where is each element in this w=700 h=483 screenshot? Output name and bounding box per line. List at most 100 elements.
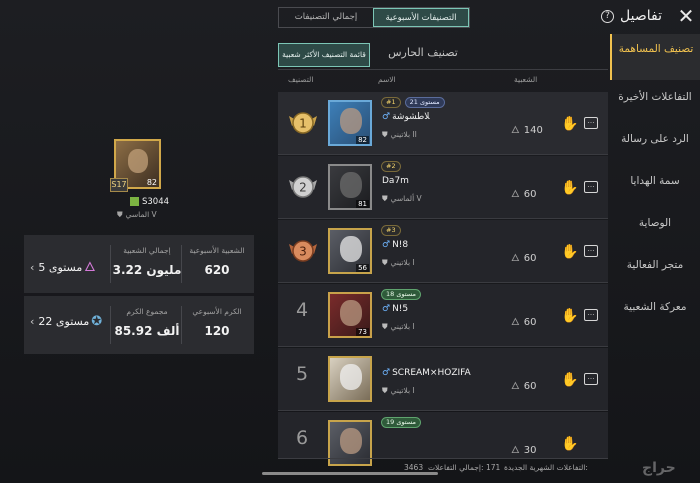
- weekly-generosity-value: 120: [204, 324, 230, 338]
- chat-icon[interactable]: …: [584, 117, 598, 129]
- divider: [278, 69, 608, 70]
- tier-icon: ⛊: [382, 194, 388, 203]
- column-name: الاسم: [378, 75, 396, 84]
- avatar[interactable]: [328, 420, 372, 466]
- page-title: تفاصيل: [620, 8, 662, 24]
- popularity-level-button[interactable]: ‹ مستوى 5 🜂: [30, 253, 96, 279]
- gift-hand-icon[interactable]: ✋: [561, 308, 578, 324]
- weekly-popularity-label: الشعبية الأسبوعية: [189, 246, 245, 255]
- svg-text:3: 3: [299, 245, 307, 259]
- side-item-popularity-battle[interactable]: معركة الشعبية: [610, 300, 700, 314]
- side-item-contribution[interactable]: تصنيف المساهمة: [610, 34, 700, 80]
- total-generosity-value: 85.92 ألف: [114, 324, 180, 338]
- player-name: ♂ ﻼطشوشة: [382, 112, 430, 122]
- side-item-event-shop[interactable]: متجر الفعالية: [610, 258, 700, 272]
- level-pill: مستوى 21: [404, 97, 445, 108]
- player-name: ♂ SCREAM×HOZIFA: [382, 368, 471, 378]
- popularity-value: 🜂 60: [511, 317, 537, 328]
- popularity-value: 🜂 140: [511, 125, 543, 136]
- flame-icon: 🜂: [511, 381, 520, 392]
- table-row[interactable]: 3 56 #3 ♂ N!8 ⛊ بلاتيني I 🜂 60 ✋ …: [278, 220, 608, 283]
- side-item-reply-message[interactable]: الرد على رسالة: [610, 132, 700, 146]
- table-row[interactable]: 2 81 #2 Da7m ⛊ ألماسي V 🜂 60 ✋ …: [278, 156, 608, 219]
- gift-hand-icon[interactable]: ✋: [561, 372, 578, 388]
- close-icon[interactable]: ✕: [676, 6, 696, 26]
- popularity-value: 🜂 30: [511, 445, 537, 456]
- divider: [278, 458, 608, 459]
- flame-icon: 🜂: [511, 125, 520, 136]
- player-name: ♂ N!8: [382, 240, 409, 250]
- table-row[interactable]: 6 مستوى 19 🜂 30 ✋: [278, 412, 608, 466]
- rank-number: 5: [295, 363, 309, 385]
- player-tier: ⛊ بلاتيني II: [382, 130, 417, 139]
- help-icon[interactable]: ?: [601, 10, 614, 23]
- table-row[interactable]: 5 ♂ SCREAM×HOZIFA ⛊ بلاتيني I 🜂 60 ✋ …: [278, 348, 608, 411]
- side-menu: تصنيف المساهمة التفاعلات الأخيرة الرد عل…: [610, 34, 700, 483]
- clan-tag-icon: [130, 197, 139, 206]
- chat-icon[interactable]: …: [584, 245, 598, 257]
- tier-icon: ⛊: [382, 130, 388, 139]
- side-item-gift-theme[interactable]: سمة الهدايا: [610, 174, 700, 188]
- tier-icon: ⛊: [382, 386, 388, 395]
- total-popularity-label: إجمالي الشعبية: [123, 246, 171, 255]
- tab-guardian-ranking[interactable]: تصنيف الحارس: [373, 46, 473, 59]
- popularity-value: 🜂 60: [511, 189, 537, 200]
- profile-tier: ⛊ الماسي V: [117, 210, 157, 219]
- chat-icon[interactable]: …: [584, 181, 598, 193]
- popularity-value: 🜂 60: [511, 253, 537, 264]
- popularity-stats: الشعبية الأسبوعية 620 إجمالي الشعبية 3.2…: [24, 235, 254, 293]
- chevron-left-icon: ‹: [30, 315, 35, 328]
- avatar[interactable]: [328, 356, 372, 402]
- gift-hand-icon[interactable]: ✋: [561, 436, 578, 452]
- rank-pill: #3: [381, 225, 401, 236]
- flame-icon: 🜂: [511, 189, 520, 200]
- weekly-generosity-label: الكرم الأسبوعي: [192, 307, 242, 316]
- ranking-tabs: إجمالي التصنيفات التصنيفات الأسبوعية: [278, 7, 470, 28]
- rank-number: 4: [295, 299, 309, 321]
- level-pill: مستوى 19: [381, 417, 422, 428]
- tab-most-popular[interactable]: قائمة التصنيف الأكثر شعبية: [278, 43, 370, 67]
- chevron-left-icon: ‹: [30, 261, 35, 274]
- flame-icon: 🜂: [84, 260, 96, 275]
- avatar[interactable]: 81: [328, 164, 372, 210]
- gift-hand-icon[interactable]: ✋: [561, 180, 578, 196]
- monthly-interactions-value: 171: [486, 463, 501, 472]
- weekly-popularity-value: 620: [204, 263, 230, 277]
- gift-hand-icon[interactable]: ✋: [561, 116, 578, 132]
- generosity-stats: الكرم الأسبوعي 120 مجموع الكرم 85.92 ألف…: [24, 296, 254, 354]
- gold-rank-badge-icon: 1: [289, 112, 317, 134]
- player-tier: ⛊ بلاتيني I: [382, 258, 415, 267]
- rank-pill: #1: [381, 97, 401, 108]
- table-row[interactable]: 4 73 مستوى 18 ♂ N!5 ⛊ بلاتيني I 🜂 60 ✋ …: [278, 284, 608, 347]
- rank-number: 6: [295, 427, 309, 449]
- svg-text:1: 1: [299, 117, 307, 131]
- table-row[interactable]: 1 82 #1 مستوى 21 ♂ ﻼطشوشة ⛊ بلاتيني II 🜂 14…: [278, 92, 608, 155]
- tab-weekly-rankings[interactable]: التصنيفات الأسبوعية: [373, 8, 469, 27]
- chat-icon[interactable]: …: [584, 309, 598, 321]
- avatar[interactable]: 82: [328, 100, 372, 146]
- player-tier: ⛊ بلاتيني I: [382, 386, 415, 395]
- tier-icon: ⛊: [117, 210, 123, 219]
- generosity-level-button[interactable]: ‹ مستوى 22 ✪: [30, 314, 102, 329]
- male-icon: ♂: [382, 240, 391, 250]
- total-interactions-value: 3463: [404, 463, 424, 472]
- male-icon: ♂: [382, 304, 391, 314]
- chat-icon[interactable]: …: [584, 373, 598, 385]
- total-popularity-value: 3.22 مليون: [112, 263, 182, 277]
- avatar[interactable]: 56: [328, 228, 372, 274]
- ranking-panel: قائمة التصنيف الأكثر شعبية تصنيف الحارس …: [278, 38, 608, 483]
- flame-icon: 🜂: [511, 253, 520, 264]
- player-name: ♂ N!5: [382, 304, 409, 314]
- tab-total-rankings[interactable]: إجمالي التصنيفات: [279, 8, 373, 27]
- watermark-logo: حراج: [642, 460, 676, 476]
- side-item-recent-interactions[interactable]: التفاعلات الأخيرة: [610, 90, 700, 104]
- flame-icon: 🜂: [511, 445, 520, 456]
- silver-rank-badge-icon: 2: [289, 176, 317, 198]
- side-item-guardianship[interactable]: الوصاية: [610, 216, 700, 230]
- profile-name: S3044: [130, 197, 169, 207]
- gift-hand-icon[interactable]: ✋: [561, 244, 578, 260]
- avatar[interactable]: 73: [328, 292, 372, 338]
- home-indicator: [262, 472, 438, 475]
- column-popularity: الشعبية: [514, 75, 538, 84]
- total-generosity-label: مجموع الكرم: [126, 307, 168, 316]
